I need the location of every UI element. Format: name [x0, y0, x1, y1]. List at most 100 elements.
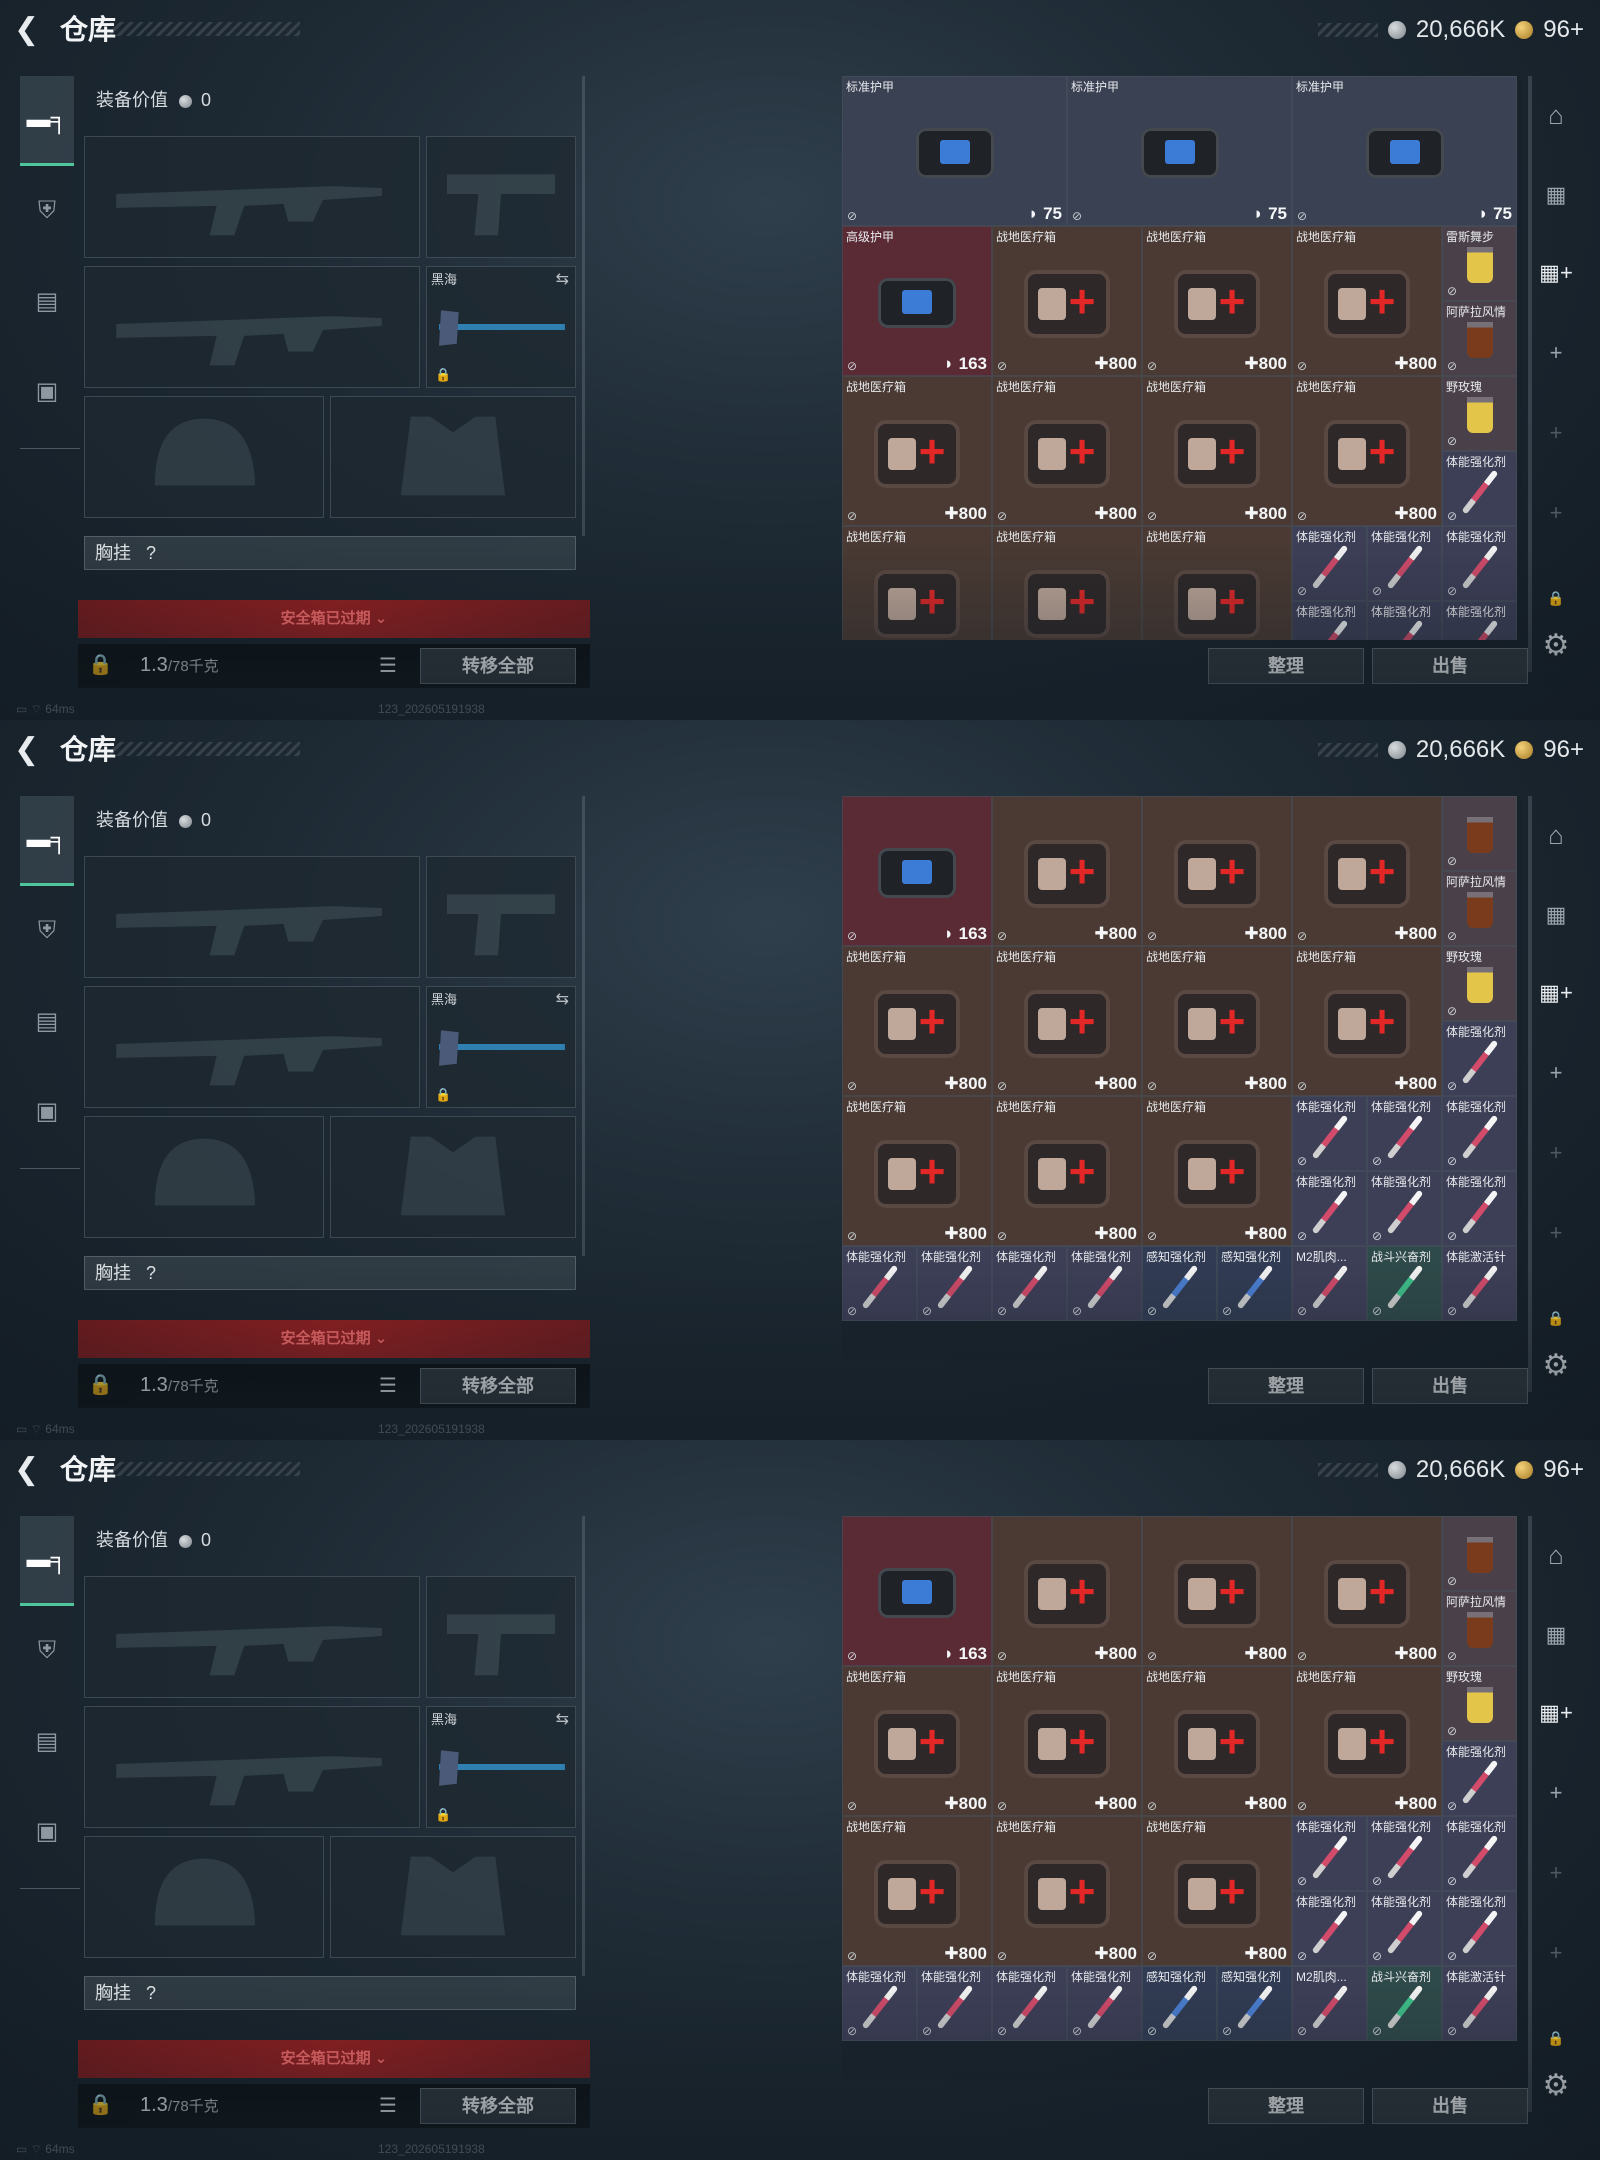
stash-item[interactable]: 体能强化剂⊘	[1367, 1096, 1442, 1171]
stash-item[interactable]: 战地医疗箱⊘✚800	[1142, 946, 1292, 1096]
stash-item[interactable]: M2肌肉... ⊘	[1292, 1966, 1367, 2041]
transfer-all-button[interactable]: 转移全部	[420, 1368, 576, 1404]
stash-item[interactable]: ⊘	[1442, 1516, 1517, 1591]
lock-icon[interactable]: 🔒	[88, 1372, 113, 1397]
sort-button[interactable]: 整理	[1208, 2088, 1364, 2124]
stash-item[interactable]: 战地医疗箱⊘✚800	[992, 1666, 1142, 1816]
add-icon[interactable]: +	[1530, 1940, 1582, 1966]
loadout-scrollbar[interactable]	[582, 1516, 585, 1976]
stash-item[interactable]: 体能强化剂⊘	[1292, 601, 1367, 640]
list-icon[interactable]: ☰	[374, 653, 402, 679]
stash-item[interactable]: 体能强化剂⊘	[1292, 1171, 1367, 1246]
stash-item[interactable]: 体能强化剂⊘	[1367, 1891, 1442, 1966]
stash-item[interactable]: 战地医疗箱⊘✚800	[842, 376, 992, 526]
stash-item[interactable]: 体能强化剂⊘	[1367, 1171, 1442, 1246]
backpack-icon[interactable]: ▤	[20, 976, 74, 1066]
stash-item[interactable]: 体能强化剂⊘	[842, 1246, 917, 1321]
stash-item[interactable]: 战地医疗箱⊘✚800	[842, 946, 992, 1096]
stash-item[interactable]: 野玫瑰 ⊘	[1442, 946, 1517, 1021]
stash-item[interactable]: 体能强化剂⊘	[1292, 1096, 1367, 1171]
secondary-weapon-slot[interactable]	[84, 266, 420, 388]
pistol-slot[interactable]	[426, 136, 576, 258]
stash-item[interactable]: ⊘ ◗ 163	[842, 796, 992, 946]
secondary-weapon-slot[interactable]	[84, 1706, 420, 1828]
help-icon[interactable]: ?	[146, 1983, 156, 2003]
stash-item[interactable]: 战地医疗箱⊘✚800	[1292, 1666, 1442, 1816]
weapons-icon[interactable]: ▬╕	[20, 1516, 74, 1606]
stash-item[interactable]: ⊘ ✚800	[1292, 796, 1442, 946]
stash-item[interactable]: 战地医疗箱⊘✚800	[992, 1816, 1142, 1966]
stash-item[interactable]: ⊘ ✚800	[992, 796, 1142, 946]
stash-item[interactable]: 战斗兴奋剂 ⊘	[1367, 1966, 1442, 2041]
stash-item[interactable]: 战地医疗箱⊘✚800	[992, 526, 1142, 640]
stash-item[interactable]: 体能强化剂⊘	[1367, 601, 1442, 640]
stash-item[interactable]: 战地医疗箱⊘✚800	[842, 526, 992, 640]
stash-item[interactable]: 战地医疗箱⊘✚800	[1292, 226, 1442, 376]
stash-item[interactable]: 体能激活针 ⊘	[1442, 1966, 1517, 2041]
sell-button[interactable]: 出售	[1372, 2088, 1528, 2124]
stash-item[interactable]: ⊘ ◗ 163	[842, 1516, 992, 1666]
add-stash-icon[interactable]: ▦+	[1530, 1700, 1582, 1726]
warehouse-icon[interactable]: ⌂	[1530, 1540, 1582, 1571]
stash-item[interactable]: 体能激活针 ⊘	[1442, 1246, 1517, 1321]
sell-button[interactable]: 出售	[1372, 648, 1528, 684]
safebox-expired-bar[interactable]: 安全箱已过期 ⌄	[78, 1320, 590, 1358]
stash-page-icon[interactable]: ▦	[1530, 1622, 1582, 1648]
stash-item[interactable]: 感知强化剂 ⊘	[1217, 1246, 1292, 1321]
stash-item[interactable]: 体能强化剂⊘	[1067, 1966, 1142, 2041]
sell-button[interactable]: 出售	[1372, 1368, 1528, 1404]
stash-item[interactable]: 战地医疗箱⊘✚800	[1142, 526, 1292, 640]
add-icon[interactable]: +	[1530, 1220, 1582, 1246]
weapons-icon[interactable]: ▬╕	[20, 796, 74, 886]
stash-item[interactable]: 体能强化剂⊘	[1442, 1021, 1517, 1096]
stash-page-icon[interactable]: ▦	[1530, 182, 1582, 208]
melee-slot[interactable]: 黑海 ⇆ 🔒	[426, 266, 576, 388]
pistol-slot[interactable]	[426, 1576, 576, 1698]
melee-slot[interactable]: 黑海 ⇆ 🔒	[426, 1706, 576, 1828]
melee-slot[interactable]: 黑海 ⇆ 🔒	[426, 986, 576, 1108]
lock-icon[interactable]: 🔒	[88, 652, 113, 677]
stash-item[interactable]: 体能强化剂⊘	[1442, 601, 1517, 640]
help-icon[interactable]: ?	[146, 1263, 156, 1283]
stash-item[interactable]: 野玫瑰 ⊘	[1442, 376, 1517, 451]
stash-item[interactable]: 体能强化剂⊘	[992, 1246, 1067, 1321]
stash-item[interactable]: 战地医疗箱⊘✚800	[1142, 1096, 1292, 1246]
primary-weapon-slot[interactable]	[84, 856, 420, 978]
help-icon[interactable]: ?	[146, 543, 156, 563]
stash-item[interactable]: 战地医疗箱⊘✚800	[1142, 376, 1292, 526]
add-stash-icon[interactable]: ▦+	[1530, 980, 1582, 1006]
stash-item[interactable]: ⊘ ✚800	[1142, 796, 1292, 946]
safebox-expired-bar[interactable]: 安全箱已过期 ⌄	[78, 600, 590, 638]
stash-item[interactable]: 体能强化剂⊘	[1442, 1891, 1517, 1966]
transfer-all-button[interactable]: 转移全部	[420, 648, 576, 684]
helmet-slot[interactable]	[84, 1116, 324, 1238]
armor-slot[interactable]	[330, 1836, 576, 1958]
pistol-slot[interactable]	[426, 856, 576, 978]
lock-icon[interactable]: 🔒	[1530, 2030, 1582, 2047]
stash-item[interactable]: 体能强化剂⊘	[917, 1966, 992, 2041]
stash-item[interactable]: 体能强化剂⊘	[1442, 1816, 1517, 1891]
stash-item[interactable]: 体能强化剂⊘	[1442, 1171, 1517, 1246]
stash-item[interactable]: 体能强化剂⊘	[1442, 451, 1517, 526]
stash-item[interactable]: 标准护甲 ⊘ ◗ 75	[1067, 76, 1292, 226]
stash-item[interactable]: 标准护甲 ⊘ ◗ 75	[1292, 76, 1517, 226]
stash-item[interactable]: ⊘ ✚800	[1292, 1516, 1442, 1666]
case-icon[interactable]: ▣	[20, 346, 74, 436]
lock-icon[interactable]: 🔒	[88, 2092, 113, 2117]
lock-icon[interactable]: 🔒	[1530, 590, 1582, 607]
list-icon[interactable]: ☰	[374, 2093, 402, 2119]
sort-button[interactable]: 整理	[1208, 648, 1364, 684]
stash-item[interactable]: 感知强化剂 ⊘	[1142, 1246, 1217, 1321]
sort-button[interactable]: 整理	[1208, 1368, 1364, 1404]
stash-item[interactable]: 阿萨拉风情 ⊘	[1442, 301, 1517, 376]
stash-item[interactable]: 野玫瑰 ⊘	[1442, 1666, 1517, 1741]
helmet-slot[interactable]	[84, 1836, 324, 1958]
stash-item[interactable]: 体能强化剂⊘	[1367, 526, 1442, 601]
stash-item[interactable]: 战地医疗箱⊘✚800	[1292, 946, 1442, 1096]
case-icon[interactable]: ▣	[20, 1786, 74, 1876]
add-icon[interactable]: +	[1530, 1780, 1582, 1806]
stash-item[interactable]: ⊘	[1442, 796, 1517, 871]
stash-item[interactable]: 战斗兴奋剂 ⊘	[1367, 1246, 1442, 1321]
warehouse-icon[interactable]: ⌂	[1530, 820, 1582, 851]
chest-rig-slot[interactable]: 胸挂 ?	[84, 1256, 576, 1290]
